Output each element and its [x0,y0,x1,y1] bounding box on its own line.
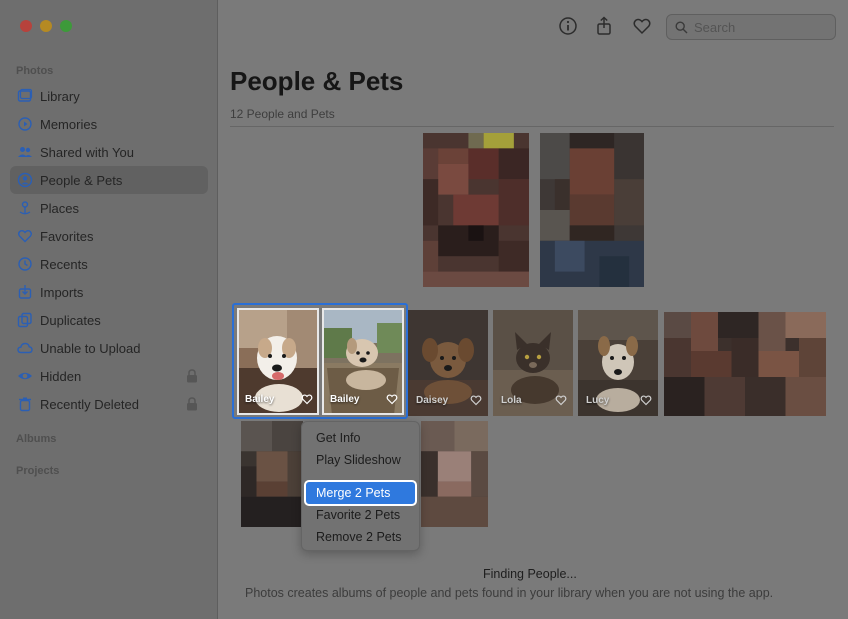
places-icon [16,199,34,217]
share-button[interactable] [592,14,616,38]
sidebar-item-memories[interactable]: Memories [10,110,208,138]
pet-tile-bailey-2[interactable]: Bailey [322,308,404,415]
person-tile[interactable] [540,133,644,287]
sidebar-item-recently-deleted[interactable]: Recently Deleted [10,390,208,418]
sidebar-item-label: Imports [40,284,84,300]
sidebar-item-imports[interactable]: Imports [10,278,208,306]
sidebar-item-label: Memories [40,116,98,132]
person-tile[interactable] [241,421,303,527]
pet-name-label: Daisey [416,395,449,406]
sidebar-item-favorites[interactable]: Favorites [10,222,208,250]
pixelated-face-image [421,421,488,527]
pet-name-label: Lola [501,395,522,406]
pet-name-label: Bailey [330,394,360,405]
close-button[interactable] [20,20,32,32]
zoom-button[interactable] [60,20,72,32]
pet-tile-lucy[interactable]: Lucy [578,310,658,416]
trash-icon [16,395,34,413]
people-icon [16,171,34,189]
sidebar-item-label: Favorites [40,228,94,244]
duplicates-icon [16,311,34,329]
menu-item-get-info[interactable]: Get Info [302,427,419,449]
sidebar-item-shared-with-you[interactable]: Shared with You [10,138,208,166]
eye-icon [16,367,34,385]
pixelated-face-image [540,133,644,287]
person-tile[interactable] [664,312,826,416]
sidebar-item-label: People & Pets [40,172,123,188]
clock-icon [16,255,34,273]
person-tile[interactable] [421,421,488,527]
sidebar-item-label: Library [40,88,80,104]
menu-item-merge-pets[interactable]: Merge 2 Pets [304,480,417,506]
sidebar-item-label: Recently Deleted [40,396,139,412]
heart-icon[interactable] [470,394,482,406]
info-button[interactable] [556,14,580,38]
minimize-button[interactable] [40,20,52,32]
sidebar-item-label: Shared with You [40,144,134,160]
sidebar-item-label: Unable to Upload [40,340,141,356]
pet-tile-daisey[interactable]: Daisey [408,310,488,416]
shared-icon [16,143,34,161]
share-icon [597,16,611,35]
context-menu: Get Info Play Slideshow Merge 2 Pets Fav… [301,421,420,551]
cloud-icon [16,339,34,357]
search-input[interactable] [694,19,814,35]
import-icon [16,283,34,301]
memories-icon [16,115,34,133]
pet-tile-lola[interactable]: Lola [493,310,573,416]
sidebar: Photos Library Memories Shared with You … [0,0,218,619]
heart-icon[interactable] [301,393,313,405]
menu-item-play-slideshow[interactable]: Play Slideshow [302,449,419,471]
window-controls [20,20,72,32]
pixelated-face-image [241,421,303,527]
photos-window: Photos Library Memories Shared with You … [0,0,848,619]
heart-icon [16,227,34,245]
sidebar-item-hidden[interactable]: Hidden [10,362,208,390]
sidebar-item-label: Places [40,200,80,216]
pet-tile-bailey-1[interactable]: Bailey [237,308,319,415]
lock-icon [187,397,197,411]
sidebar-section-albums[interactable]: Albums [16,433,56,445]
search-field[interactable] [666,14,836,40]
menu-item-favorite-pets[interactable]: Favorite 2 Pets [302,504,419,526]
heart-icon[interactable] [555,394,567,406]
sidebar-item-label: Hidden [40,368,82,384]
favorite-button[interactable] [630,14,654,38]
pet-name-label: Lucy [586,395,610,406]
info-icon [559,17,577,35]
heart-icon[interactable] [386,393,398,405]
page-title: People & Pets [230,66,404,96]
finding-status-title: Finding People... [483,567,577,581]
menu-separator [302,471,419,482]
pixelated-face-image [664,312,826,416]
search-icon [675,20,688,33]
menu-item-remove-pets[interactable]: Remove 2 Pets [302,526,419,548]
page-subtitle: 12 People and Pets [230,107,335,121]
divider [230,126,834,127]
sidebar-item-places[interactable]: Places [10,194,208,222]
pet-name-label: Bailey [245,394,275,405]
heart-icon[interactable] [640,394,652,406]
pixelated-face-image [423,133,529,287]
sidebar-item-library[interactable]: Library [10,82,208,110]
finding-status-description: Photos creates albums of people and pets… [245,586,774,600]
sidebar-item-label: Recents [40,256,88,272]
sidebar-section-photos: Photos [16,65,54,77]
person-tile[interactable] [423,133,529,287]
sidebar-item-people-pets[interactable]: People & Pets [10,166,208,194]
heart-icon [633,18,651,35]
sidebar-item-label: Duplicates [40,312,101,328]
sidebar-section-projects[interactable]: Projects [16,465,59,477]
sidebar-item-unable-to-upload[interactable]: Unable to Upload [10,334,208,362]
sidebar-item-duplicates[interactable]: Duplicates [10,306,208,334]
lock-icon [187,369,197,383]
sidebar-list: Library Memories Shared with You People … [10,82,208,418]
sidebar-item-recents[interactable]: Recents [10,250,208,278]
library-icon [16,87,34,105]
